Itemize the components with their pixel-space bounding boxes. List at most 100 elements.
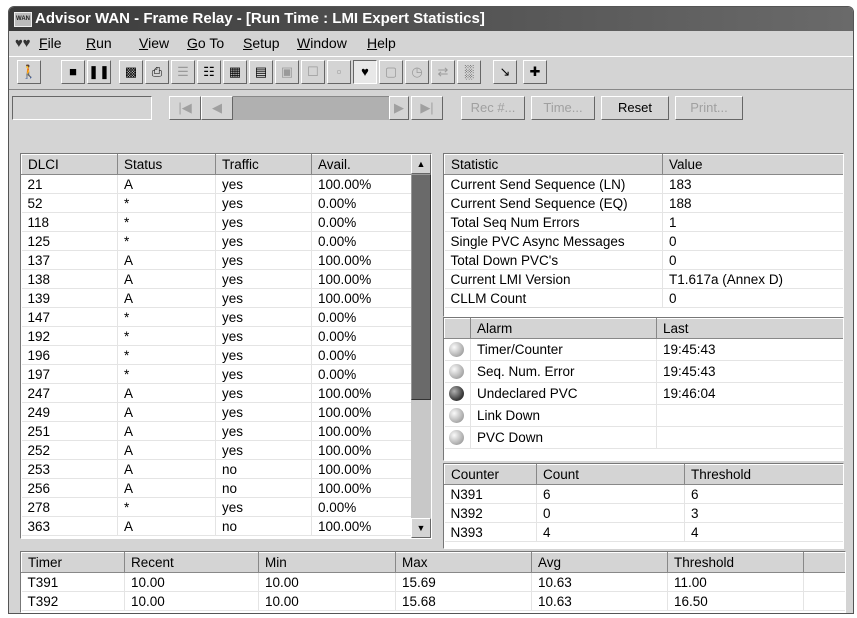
dlci-row[interactable]: 118 * yes 0.00%: [21, 212, 413, 232]
menu-file[interactable]: File: [39, 32, 62, 54]
dlci-row[interactable]: 21 Ayes 100.00%: [21, 174, 413, 194]
grid-view-icon[interactable]: ▦: [223, 60, 247, 84]
list-view-icon[interactable]: ☷: [197, 60, 221, 84]
dlci-row[interactable]: 256 Ano 100.00%: [21, 478, 413, 498]
transfer-icon[interactable]: ⇄: [431, 60, 455, 84]
dlci-row[interactable]: 125 * yes 0.00%: [21, 231, 413, 251]
dlci-row[interactable]: 139 Ayes 100.00%: [21, 288, 413, 308]
menu-view[interactable]: View: [139, 32, 169, 54]
scroll-up-button[interactable]: ▲: [411, 154, 431, 174]
network-view-icon[interactable]: ▫: [327, 60, 351, 84]
alarm-row[interactable]: Seq. Num. Error 19:45:43: [444, 360, 843, 383]
menu-run[interactable]: Run: [86, 32, 112, 54]
counter-row[interactable]: N392 0 3: [444, 503, 843, 523]
column-header-min[interactable]: Min: [258, 552, 396, 573]
statistic-row[interactable]: CLLM Count 0: [444, 288, 843, 308]
record-scroll-track[interactable]: [233, 96, 389, 120]
dlci-cell: A: [117, 250, 216, 270]
dlci-row[interactable]: 137 Ayes 100.00%: [21, 250, 413, 270]
menu-help[interactable]: Help: [367, 32, 396, 54]
menu-window[interactable]: Window: [297, 32, 347, 54]
alarm-row[interactable]: PVC Down: [444, 426, 843, 449]
summary-view-icon[interactable]: ▣: [275, 60, 299, 84]
statistic-cell: Total Seq Num Errors: [444, 212, 663, 232]
dlci-row[interactable]: 52 * yes 0.00%: [21, 193, 413, 213]
print-button[interactable]: Print...: [675, 96, 743, 120]
column-header-threshold[interactable]: Threshold: [684, 464, 843, 485]
column-header-count[interactable]: Count: [536, 464, 685, 485]
pointer-icon[interactable]: ↘: [493, 60, 517, 84]
menu-go-to[interactable]: Go To: [187, 32, 224, 54]
column-header-last[interactable]: Last: [656, 318, 843, 339]
menu-label-rest: iew: [148, 35, 170, 51]
counter-cell: 4: [684, 522, 843, 542]
dlci-row[interactable]: 253 Ano 100.00%: [21, 459, 413, 479]
scroll-down-button[interactable]: ▼: [411, 518, 431, 538]
search-view-icon[interactable]: ☐: [301, 60, 325, 84]
timer-row[interactable]: T392 10.00 10.00 15.68 10.63 16.50: [21, 591, 845, 611]
statistic-row[interactable]: Total Seq Num Errors 1: [444, 212, 843, 232]
dlci-row[interactable]: 363 Ano 100.00%: [21, 516, 413, 536]
wan-app-icon[interactable]: WAN: [14, 12, 32, 27]
column-header-statistic[interactable]: Statistic: [444, 154, 663, 175]
column-header-value[interactable]: Value: [662, 154, 843, 175]
dlci-row[interactable]: 278 * yes 0.00%: [21, 497, 413, 517]
column-header-recent[interactable]: Recent: [124, 552, 259, 573]
rec-number-button[interactable]: Rec #...: [461, 96, 525, 120]
title-bar[interactable]: WAN Advisor WAN - Frame Relay - [Run Tim…: [9, 7, 853, 31]
add-icon[interactable]: ✚: [523, 60, 547, 84]
dlci-row[interactable]: 196 * yes 0.00%: [21, 345, 413, 365]
histogram-icon[interactable]: ░: [457, 60, 481, 84]
column-header-alarm[interactable]: Alarm: [470, 318, 657, 339]
pause-icon[interactable]: ❚❚: [87, 60, 111, 84]
statistic-row[interactable]: Total Down PVC's 0: [444, 250, 843, 270]
statistic-row[interactable]: Single PVC Async Messages 0: [444, 231, 843, 251]
dlci-row[interactable]: 247 Ayes 100.00%: [21, 383, 413, 403]
dlci-row[interactable]: 138 Ayes 100.00%: [21, 269, 413, 289]
dlci-row[interactable]: 249 Ayes 100.00%: [21, 402, 413, 422]
timer-row[interactable]: T391 10.00 10.00 15.69 10.63 11.00: [21, 572, 845, 592]
column-header-status[interactable]: Status: [117, 154, 216, 175]
alarm-row[interactable]: Undeclared PVC 19:46:04: [444, 382, 843, 405]
next-record-button[interactable]: ▶: [389, 96, 409, 120]
record-position-field[interactable]: [12, 96, 152, 120]
column-header-counter[interactable]: Counter: [444, 464, 537, 485]
lmi-stats-icon[interactable]: ♥: [353, 60, 377, 84]
time-button[interactable]: Time...: [531, 96, 595, 120]
timer-icon[interactable]: ◷: [405, 60, 429, 84]
stop-icon[interactable]: ■: [61, 60, 85, 84]
statistic-row[interactable]: Current LMI Version T1.617a (Annex D): [444, 269, 843, 289]
column-header-max[interactable]: Max: [395, 552, 532, 573]
bar-chart-icon[interactable]: ▩: [119, 60, 143, 84]
column-header-threshold[interactable]: Threshold: [667, 552, 804, 573]
menu-setup[interactable]: Setup: [243, 32, 280, 54]
text-view-icon[interactable]: ☰: [171, 60, 195, 84]
column-header-traffic[interactable]: Traffic: [215, 154, 312, 175]
dlci-row[interactable]: 252 Ayes 100.00%: [21, 440, 413, 460]
dlci-row[interactable]: 197 * yes 0.00%: [21, 364, 413, 384]
reset-button[interactable]: Reset: [601, 96, 669, 120]
column-header-avg[interactable]: Avg: [531, 552, 668, 573]
scroll-thumb[interactable]: [411, 174, 431, 400]
table-view-icon[interactable]: ▤: [249, 60, 273, 84]
printer-view-icon[interactable]: ⎙: [145, 60, 169, 84]
counter-row[interactable]: N391 6 6: [444, 484, 843, 504]
dlci-row[interactable]: 251 Ayes 100.00%: [21, 421, 413, 441]
column-header-dlci[interactable]: DLCI: [21, 154, 118, 175]
column-header-timer[interactable]: Timer: [21, 552, 125, 573]
first-record-button[interactable]: |◀: [169, 96, 201, 120]
alarm-row[interactable]: Timer/Counter 19:45:43: [444, 338, 843, 361]
column-header-avail[interactable]: Avail.: [311, 154, 413, 175]
previous-record-button[interactable]: ◀: [201, 96, 233, 120]
exit-run-icon[interactable]: 🚶: [17, 60, 41, 84]
dlci-row[interactable]: 147 * yes 0.00%: [21, 307, 413, 327]
heartbeat-system-icon[interactable]: ♥♥: [15, 36, 33, 50]
statistic-row[interactable]: Current Send Sequence (EQ) 188: [444, 193, 843, 213]
capture-icon[interactable]: ▢: [379, 60, 403, 84]
counter-row[interactable]: N393 4 4: [444, 522, 843, 542]
statistic-row[interactable]: Current Send Sequence (LN) 183: [444, 174, 843, 194]
last-record-button[interactable]: ▶|: [411, 96, 443, 120]
alarm-row[interactable]: Link Down: [444, 404, 843, 427]
dlci-scrollbar[interactable]: ▲ ▼: [411, 154, 431, 538]
dlci-row[interactable]: 192 * yes 0.00%: [21, 326, 413, 346]
